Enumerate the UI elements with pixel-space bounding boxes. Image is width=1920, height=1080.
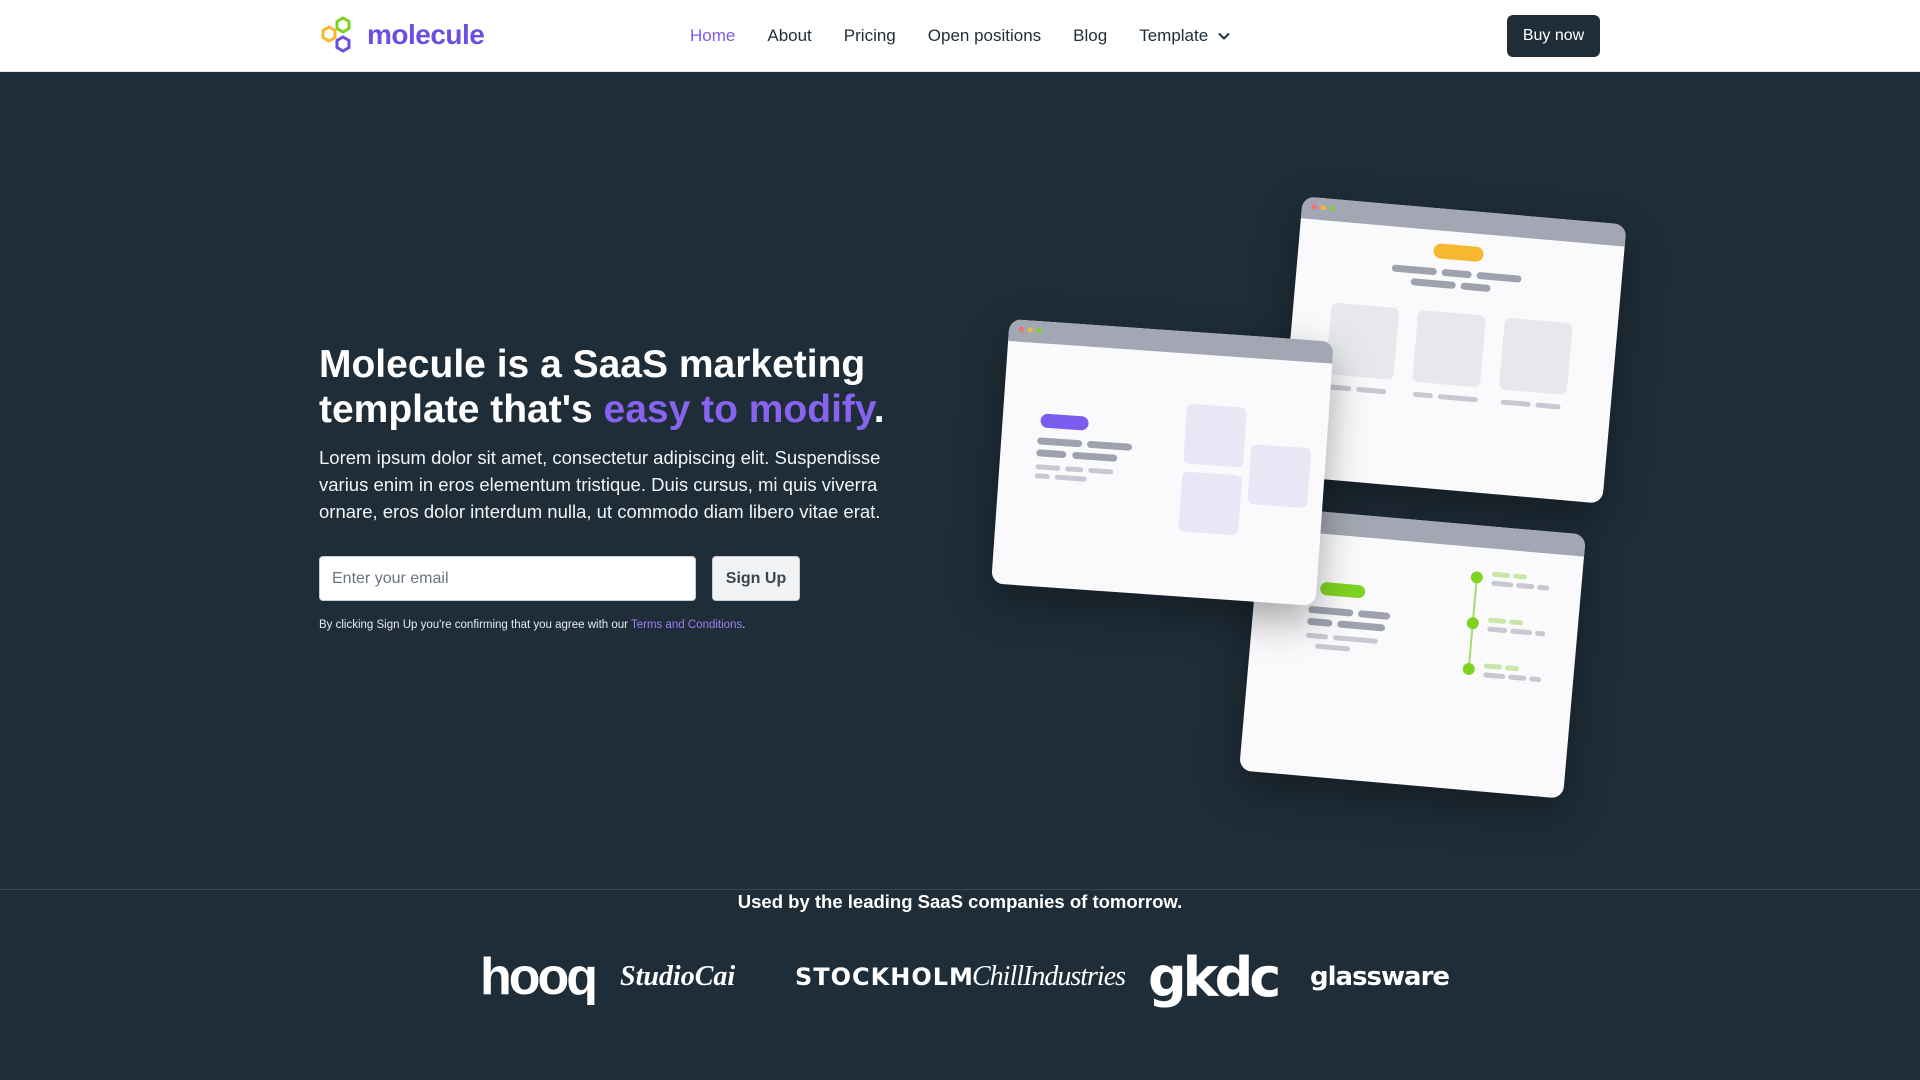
window-titlebar [1300, 196, 1627, 247]
primary-nav: Home About Pricing Open positions Blog T… [690, 0, 1232, 72]
window-titlebar [1008, 318, 1334, 364]
timeline-node [1462, 662, 1476, 676]
illustration-pill-yellow [1432, 243, 1485, 263]
customer-logo-gkdc: gkdc [1148, 945, 1281, 1009]
nav-link-home[interactable]: Home [690, 26, 735, 46]
terms-notice-lead: By clicking Sign Up you're confirming th… [319, 619, 631, 631]
timeline-node [1466, 616, 1480, 630]
customer-logo-chill-industries: ChillIndustries [972, 961, 1126, 992]
logos-heading: Used by the leading SaaS companies of to… [737, 891, 1183, 912]
hero-description: Lorem ipsum dolor sit amet, consectetur … [319, 447, 881, 522]
nav-link-pricing[interactable]: Pricing [844, 26, 896, 46]
chevron-down-icon [1218, 33, 1230, 40]
nav-link-open-positions[interactable]: Open positions [928, 26, 1041, 46]
timeline-node [1470, 570, 1484, 584]
brand-wordmark: molecule [367, 19, 485, 50]
buy-now-button[interactable]: Buy now [1507, 15, 1600, 57]
nav-link-about[interactable]: About [767, 26, 811, 46]
illustration-card [1247, 444, 1312, 509]
customer-logo-stockholm: STOCKHOLM [795, 963, 974, 991]
illustration-card [1325, 302, 1400, 380]
customer-logo-glassware: glassware [1310, 962, 1450, 992]
molecule-hexagon-icon [321, 16, 351, 53]
illustration-pill-green [1319, 581, 1366, 599]
template-dropdown-label: Template [1139, 26, 1209, 45]
template-dropdown[interactable]: Template [1139, 26, 1232, 46]
customer-logo-hooq: hooq [480, 948, 598, 1006]
customer-logo-studiocai: StudioCai [620, 961, 736, 992]
hero-title-accent: easy to modify [603, 388, 874, 431]
hero-illustration [980, 190, 1640, 810]
window-dots [1018, 326, 1043, 334]
hero-title-end: . [873, 388, 885, 431]
brand-logo[interactable]: molecule [319, 14, 485, 56]
illustration-card [1498, 317, 1573, 396]
section-divider [0, 889, 1920, 890]
illustration-window-hero [991, 318, 1334, 607]
terms-notice-end: . [742, 619, 746, 631]
sign-up-button[interactable]: Sign Up [712, 556, 800, 601]
terms-link[interactable]: Terms and Conditions [631, 619, 742, 631]
nav-link-blog[interactable]: Blog [1073, 26, 1107, 46]
email-input[interactable] [319, 556, 696, 601]
top-navbar: molecule Home About Pricing Open positio… [0, 0, 1920, 72]
illustration-card [1178, 471, 1243, 536]
illustration-card [1412, 309, 1487, 388]
illustration-card [1182, 403, 1248, 468]
window-dots [1311, 204, 1336, 212]
terms-notice: By clicking Sign Up you're confirming th… [319, 619, 745, 631]
hero-title: Molecule is a SaaS marketing template th… [319, 342, 939, 432]
customer-logos: hooq StudioCai STOCKHOLM ChillIndustries… [480, 945, 1450, 1009]
illustration-pill-purple [1040, 413, 1090, 431]
